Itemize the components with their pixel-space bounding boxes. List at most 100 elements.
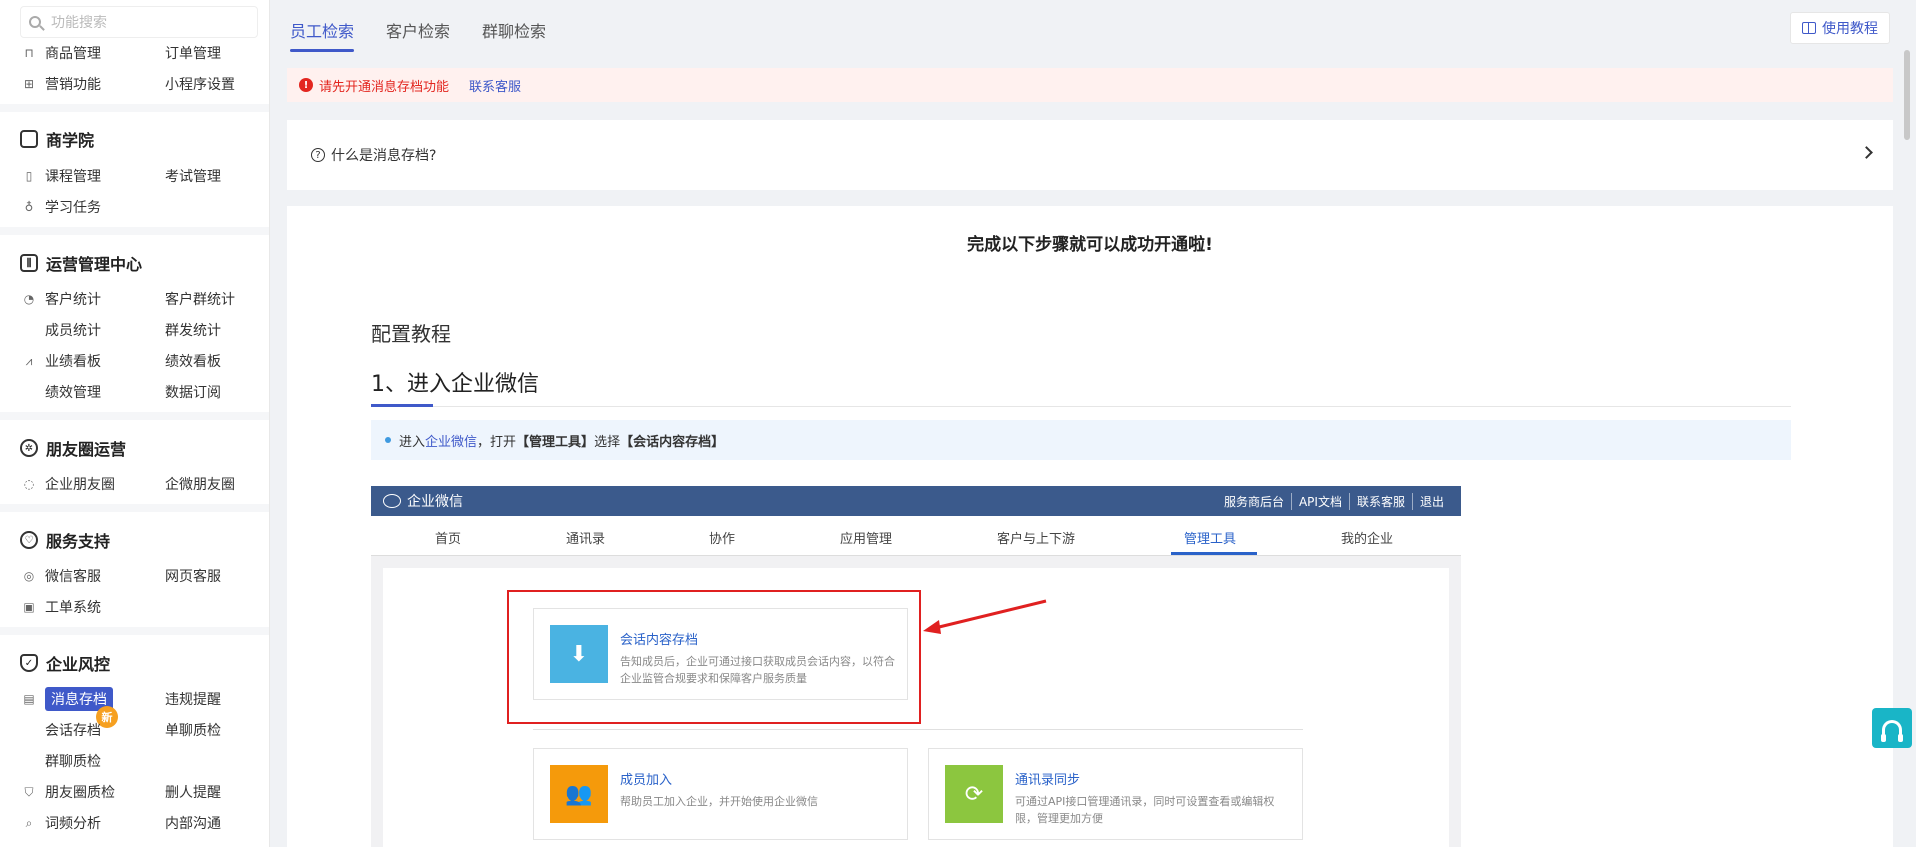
contact-support-link[interactable]: 联系客服 <box>469 76 521 95</box>
sidebar-item-miniapp-settings[interactable]: 小程序设置 <box>165 73 235 95</box>
sidebar-item-internal-comm[interactable]: 内部沟通 <box>165 812 221 834</box>
sidebar-item-broadcast-stats[interactable]: 群发统计 <box>165 319 221 341</box>
tip-text: ，打开 <box>477 434 517 450</box>
sidebar-item-label: 数据订阅 <box>165 385 221 401</box>
sidebar-item-label: 成员统计 <box>45 323 101 339</box>
section-title-text: 商学院 <box>46 131 95 150</box>
section-divider <box>0 104 269 112</box>
archive-icon: ▤ <box>23 692 35 706</box>
book-icon <box>20 130 38 148</box>
sidebar-item-word-frequency[interactable]: ⌕ 词频分析 <box>22 812 101 834</box>
step-underline <box>371 404 433 407</box>
sync-icon: ⟳ <box>945 765 1003 823</box>
line-chart-icon: ⩘ <box>25 353 33 368</box>
card-title: 完成以下步骤就可以成功开通啦! <box>967 235 1213 255</box>
section-title-text: 企业风控 <box>46 655 111 674</box>
sidebar-item-label: 群聊质检 <box>45 754 101 770</box>
sidebar-item-member-stats[interactable]: 成员统计 <box>45 319 101 341</box>
sidebar-item-course-mgmt[interactable]: ▯ 课程管理 <box>22 165 101 187</box>
wecom-nav-item: 应用管理 <box>840 532 893 547</box>
wecom-brand: 企业微信 <box>407 494 463 510</box>
document-icon: ▯ <box>25 169 33 183</box>
sidebar-item-goods[interactable]: ⊓ 商品管理 <box>22 42 101 64</box>
sidebar-item-data-subscription[interactable]: 数据订阅 <box>165 381 221 403</box>
headset-icon <box>1881 720 1903 742</box>
sidebar-item-customer-stats[interactable]: ◔ 客户统计 <box>22 288 101 310</box>
sidebar-item-label: 学习任务 <box>45 200 101 216</box>
tile-contacts-sync: ⟳ 通讯录同步 可通过API接口管理通讯录，同时可设置查看或编辑权限，管理更加方… <box>928 748 1303 840</box>
wecom-logo-icon <box>383 494 401 508</box>
sidebar-item-enterprise-moments[interactable]: ◌ 企业朋友圈 <box>22 473 115 495</box>
tip-bold: 【管理工具】 <box>516 434 595 450</box>
sidebar-item-label: 客户群统计 <box>165 292 235 308</box>
sidebar-item-violation-alert[interactable]: 违规提醒 <box>165 688 221 710</box>
sidebar-item-label: 内部沟通 <box>165 816 221 832</box>
search-tabs: 员工检索 客户检索 群聊检索 <box>290 18 578 52</box>
sidebar-item-label: 考试管理 <box>165 169 221 185</box>
sidebar-item-web-service[interactable]: 网页客服 <box>165 565 221 587</box>
sidebar-item-label: 单聊质检 <box>165 723 221 739</box>
usage-tutorial-button[interactable]: 使用教程 <box>1790 12 1890 44</box>
wecom-link[interactable]: 企业微信 <box>425 431 477 450</box>
customer-service-float-button[interactable] <box>1872 708 1912 748</box>
tile-title: 通讯录同步 <box>1015 773 1081 788</box>
sidebar-item-wecom-moments[interactable]: 企微朋友圈 <box>165 473 235 495</box>
sidebar-item-delete-alert[interactable]: 删人提醒 <box>165 781 221 803</box>
tab-employee-search[interactable]: 员工检索 <box>290 18 355 52</box>
sidebar-item-marketing[interactable]: ⊞ 营销功能 <box>22 73 101 95</box>
sidebar-item-label: 订单管理 <box>165 46 221 62</box>
section-divider <box>0 504 269 512</box>
section-title-text: 运营管理中心 <box>46 255 143 274</box>
function-search-input[interactable]: 功能搜索 <box>20 6 258 38</box>
usage-tutorial-label: 使用教程 <box>1822 21 1878 37</box>
aperture-icon: ✲ <box>20 439 38 457</box>
wecom-link: 退出 <box>1411 492 1451 510</box>
tile-desc: 可通过API接口管理通讯录，同时可设置查看或编辑权限，管理更加方便 <box>1015 795 1275 825</box>
sidebar-item-wechat-service[interactable]: ◎ 微信客服 <box>22 565 101 587</box>
sidebar-item-label: 群发统计 <box>165 323 221 339</box>
wecom-link: API文档 <box>1290 492 1349 510</box>
page-scrollbar[interactable] <box>1904 50 1910 140</box>
sidebar-item-moments-qc[interactable]: ⛉ 朋友圈质检 <box>22 781 115 803</box>
sidebar: 功能搜索 ⊓ 商品管理 订单管理 ⊞ 营销功能 小程序设置 商学院 ▯ 课程管理 考试… <box>0 0 270 847</box>
wecom-nav-item: 协作 <box>709 532 736 547</box>
step-title: 1、进入企业微信 <box>371 372 539 397</box>
wecom-nav: 首页 通讯录 协作 应用管理 客户与上下游 管理工具 我的企业 <box>371 516 1461 556</box>
ticket-icon: ▣ <box>23 600 35 614</box>
sidebar-item-single-chat-qc[interactable]: 单聊质检 <box>165 719 221 741</box>
sidebar-item-performance-board[interactable]: ⩘ 业绩看板 <box>22 350 101 372</box>
arrow-icon <box>923 599 1047 634</box>
sidebar-item-ticket-system[interactable]: ▣ 工单系统 <box>22 596 101 618</box>
sidebar-item-kpi-board[interactable]: 绩效看板 <box>165 350 221 372</box>
tile-divider <box>533 729 1303 730</box>
sidebar-item-orders[interactable]: 订单管理 <box>165 42 221 64</box>
sidebar-item-group-stats[interactable]: 客户群统计 <box>165 288 235 310</box>
sidebar-item-session-archive[interactable]: 会话存档 <box>45 719 101 741</box>
sidebar-item-label: 营销功能 <box>45 77 101 93</box>
sidebar-item-group-chat-qc[interactable]: 群聊质检 <box>45 750 101 772</box>
tip-bold: 【会话内容存档】 <box>620 434 725 450</box>
highlight-box <box>507 590 921 724</box>
sidebar-item-label: 微信客服 <box>45 569 101 585</box>
sidebar-item-learning-task[interactable]: ♁ 学习任务 <box>22 196 101 218</box>
faq-collapse[interactable]: ? 什么是消息存档? <box>287 120 1893 190</box>
wecom-nav-item: 客户与上下游 <box>997 532 1076 547</box>
section-title-service: ♡ 服务支持 <box>20 528 110 552</box>
sidebar-item-message-archive[interactable]: ▤ 消息存档 <box>22 687 113 711</box>
wecom-nav-item: 我的企业 <box>1341 532 1394 547</box>
wecom-link: 服务商后台 <box>1223 494 1284 509</box>
section-divider <box>0 412 269 420</box>
shield-icon: ✓ <box>20 654 38 672</box>
tutorial-title: 配置教程 <box>371 322 451 346</box>
tab-group-search[interactable]: 群聊检索 <box>482 18 546 52</box>
exclamation-icon: ! <box>299 78 313 92</box>
sidebar-item-label: 小程序设置 <box>165 77 235 93</box>
tab-customer-search[interactable]: 客户检索 <box>386 18 450 52</box>
heart-icon: ♡ <box>20 531 38 549</box>
wecom-nav-underline <box>1171 552 1257 555</box>
sidebar-item-kpi-mgmt[interactable]: 绩效管理 <box>45 381 101 403</box>
search-placeholder: 功能搜索 <box>51 15 107 31</box>
sidebar-item-label: 删人提醒 <box>165 785 221 801</box>
sidebar-item-exam-mgmt[interactable]: 考试管理 <box>165 165 221 187</box>
alert-text: 请先开通消息存档功能 <box>319 79 450 95</box>
